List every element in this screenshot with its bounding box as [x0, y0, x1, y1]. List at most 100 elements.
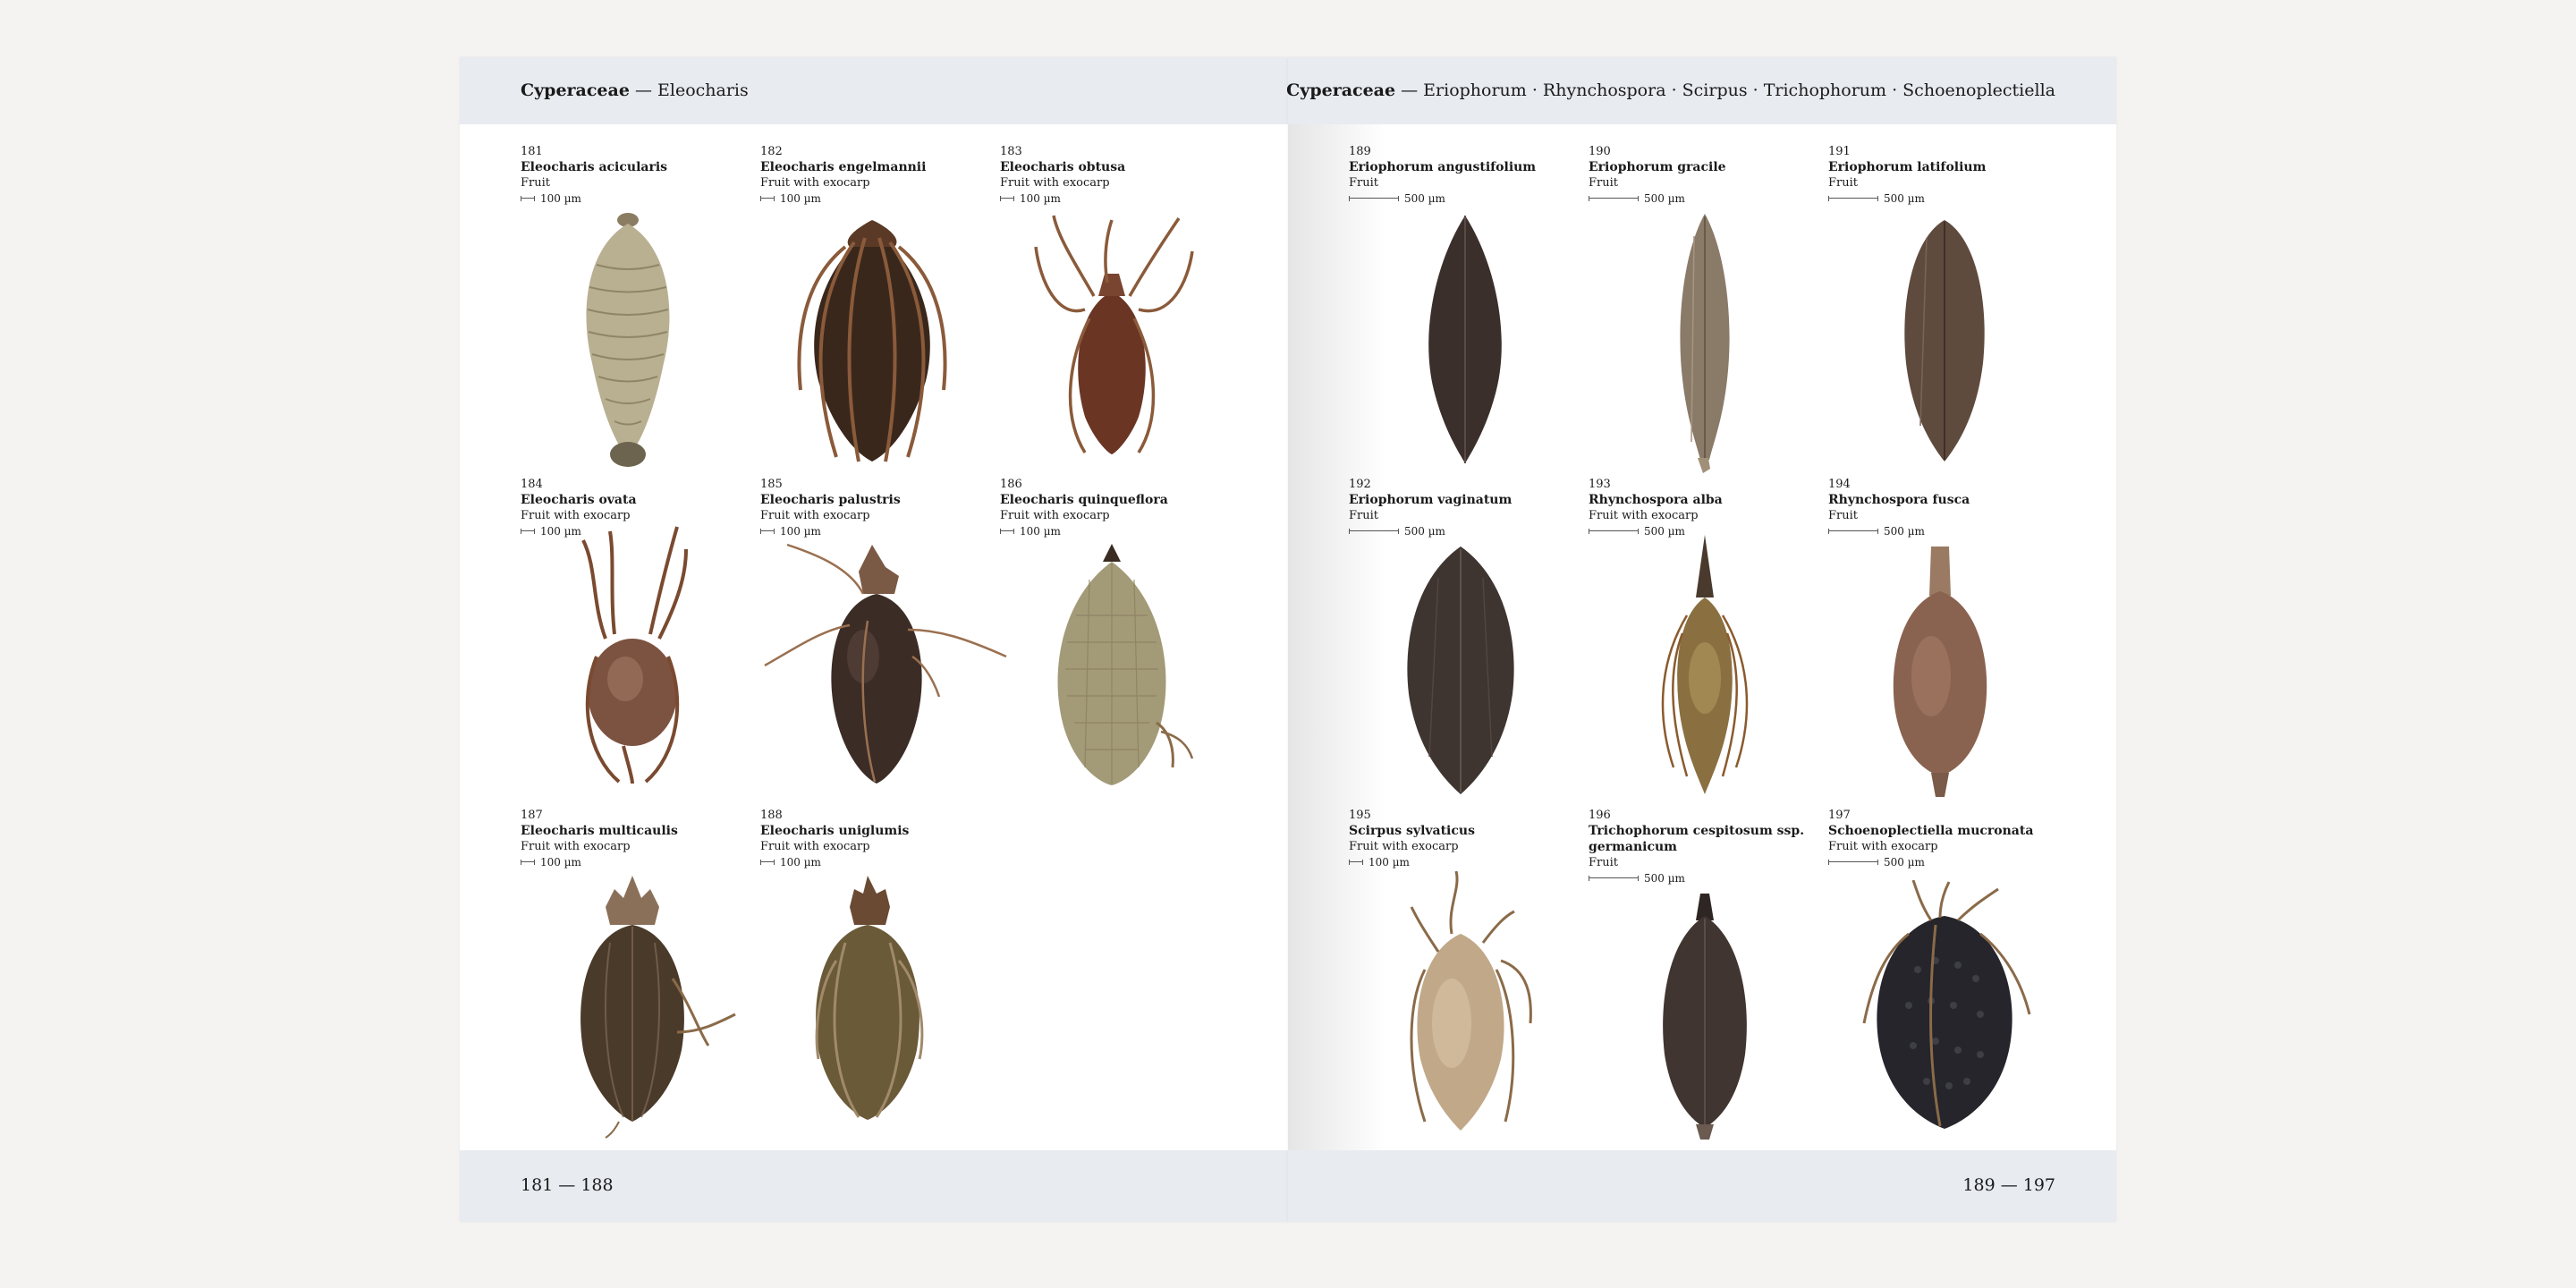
specimen-name: Eleocharis uniglumis: [760, 824, 910, 838]
specimen-182: 182 Eleocharis engelmannii Fruit with ex…: [760, 145, 984, 512]
specimen-number: 190: [1589, 145, 1611, 158]
specimen-185: 185 Eleocharis palustris Fruit with exoc…: [760, 478, 1007, 844]
header-separator: —: [1401, 80, 1419, 100]
header-genera: Eleocharis: [657, 80, 749, 100]
specimen-192: 192 Eriophorum vaginatum Fruit 500 µm: [1349, 478, 1572, 844]
specimen-type: Fruit with exocarp: [1000, 176, 1110, 190]
scale-label: 100 µm: [540, 856, 581, 869]
scale-line: [1000, 196, 1014, 201]
specimen-number: 186: [1000, 478, 1022, 491]
specimen-name: Eleocharis acicularis: [521, 160, 668, 174]
specimen-197: 197 Schoenoplectiella mucronata Fruit wi…: [1828, 809, 2052, 1184]
specimen-190: 190 Eriophorum gracile Fruit 500 µm: [1589, 145, 1812, 512]
specimen-186: 186 Eleocharis quinqueflora Fruit with e…: [1000, 478, 1224, 844]
specimen-number: 183: [1000, 145, 1022, 158]
scale-line: [1828, 529, 1878, 534]
specimen-number: 182: [760, 145, 783, 158]
right-page: Cyperaceae — Eriophorum · Rhynchospora ·…: [1286, 57, 2116, 1222]
fruit-image: [580, 876, 736, 1139]
scale-bar: 500 µm: [1828, 854, 2052, 870]
fruit-image: [797, 220, 947, 462]
specimen-191: 191 Eriophorum latifolium Fruit 500 µm: [1828, 145, 2052, 512]
fruit-image: [1661, 535, 1749, 794]
specimen-name: Rhynchospora alba: [1589, 493, 1723, 507]
scale-line: [760, 196, 775, 201]
specimen-type: Fruit with exocarp: [1000, 509, 1110, 522]
specimen-181: 181 Eleocharis acicularis Fruit 100 µm: [521, 145, 744, 512]
specimen-189: 189 Eriophorum angustifolium Fruit 500 µ…: [1349, 145, 1572, 512]
specimen-name: Eriophorum latifolium: [1828, 160, 1987, 174]
left-page: Cyperaceae — Eleocharis 181 Eleocharis a…: [460, 57, 1288, 1222]
specimen-type: Fruit with exocarp: [1589, 509, 1699, 522]
specimen-type: Fruit with exocarp: [521, 509, 631, 522]
header-family: Cyperaceae: [521, 80, 630, 100]
header-separator: —: [634, 80, 652, 100]
specimen-name: Schoenoplectiella mucronata: [1828, 824, 2034, 838]
fruit-image: [586, 213, 670, 467]
specimen-195: 195 Scirpus sylvaticus Fruit with exocar…: [1349, 809, 1572, 1184]
fruit-image: [764, 543, 1007, 784]
scale-line: [1349, 860, 1363, 865]
fruit-image: [581, 526, 688, 784]
scale-line: [521, 529, 535, 534]
scale-line: [1349, 529, 1399, 534]
specimen-type: Fruit: [521, 176, 550, 190]
specimen-name: Eriophorum vaginatum: [1349, 493, 1513, 507]
specimen-type: Fruit with exocarp: [521, 840, 631, 853]
scale-line: [1349, 196, 1399, 201]
specimen-184: 184 Eleocharis ovata Fruit with exocarp …: [521, 478, 744, 844]
fruit-image: [1680, 214, 1730, 473]
scale-line: [760, 529, 775, 534]
scale-line: [760, 860, 775, 865]
scale-label: 500 µm: [1644, 872, 1685, 885]
scale-line: [1828, 196, 1878, 201]
specimen-type: Fruit: [1589, 856, 1618, 869]
specimen-type: Fruit with exocarp: [1828, 840, 1938, 853]
fruit-image: [1893, 547, 1987, 797]
scale-label: 500 µm: [1884, 192, 1925, 205]
specimen-type: Fruit: [1349, 509, 1378, 522]
scale-line: [1589, 876, 1639, 881]
specimen-type: Fruit: [1349, 176, 1378, 190]
specimen-type: Fruit with exocarp: [760, 840, 870, 853]
scale-line: [1589, 196, 1639, 201]
fruit-image: [1407, 547, 1514, 794]
specimen-type: Fruit: [1589, 176, 1618, 190]
running-header: Cyperaceae — Eriophorum · Rhynchospora ·…: [1286, 80, 2055, 100]
scale-bar: 100 µm: [760, 191, 984, 207]
scale-label: 100 µm: [540, 192, 581, 205]
scale-bar: 100 µm: [1000, 191, 1224, 207]
specimen-187: 187 Eleocharis multicaulis Fruit with ex…: [521, 809, 744, 1184]
fruit-image: [1410, 871, 1532, 1131]
scale-bar: 500 µm: [1349, 523, 1572, 539]
specimen-183: 183 Eleocharis obtusa Fruit with exocarp…: [1000, 145, 1224, 512]
scale-label: 100 µm: [780, 525, 821, 538]
specimen-number: 184: [521, 478, 543, 491]
header-genera: Eriophorum · Rhynchospora · Scirpus · Tr…: [1423, 80, 2055, 100]
specimen-name: Eleocharis engelmannii: [760, 160, 927, 174]
scale-label: 100 µm: [1020, 192, 1061, 205]
specimen-196: 196 Trichophorum cespitosum ssp. germani…: [1589, 809, 1812, 1184]
specimen-number: 192: [1349, 478, 1371, 491]
scale-line: [1828, 860, 1878, 865]
scale-bar: 100 µm: [760, 523, 984, 539]
specimen-name: Scirpus sylvaticus: [1349, 824, 1475, 838]
scale-label: 100 µm: [780, 856, 821, 869]
fruit-image: [1862, 880, 2031, 1129]
scale-bar: 500 µm: [1828, 191, 2052, 207]
scale-bar: 500 µm: [1828, 523, 2052, 539]
specimen-number: 181: [521, 145, 543, 158]
scale-bar: 500 µm: [1589, 870, 1812, 886]
scale-label: 100 µm: [1368, 856, 1410, 869]
specimen-type: Fruit: [1828, 176, 1858, 190]
scale-bar: 100 µm: [1000, 523, 1224, 539]
page-range: 189 — 197: [1962, 1175, 2055, 1195]
scale-label: 500 µm: [1404, 192, 1445, 205]
scale-label: 500 µm: [1884, 525, 1925, 538]
scale-bar: 100 µm: [521, 854, 744, 870]
specimen-name: Eleocharis obtusa: [1000, 160, 1126, 174]
fruit-image: [1428, 216, 1502, 463]
scale-bar: 100 µm: [1349, 854, 1572, 870]
scale-label: 100 µm: [780, 192, 821, 205]
page-range: 181 — 188: [521, 1175, 614, 1195]
